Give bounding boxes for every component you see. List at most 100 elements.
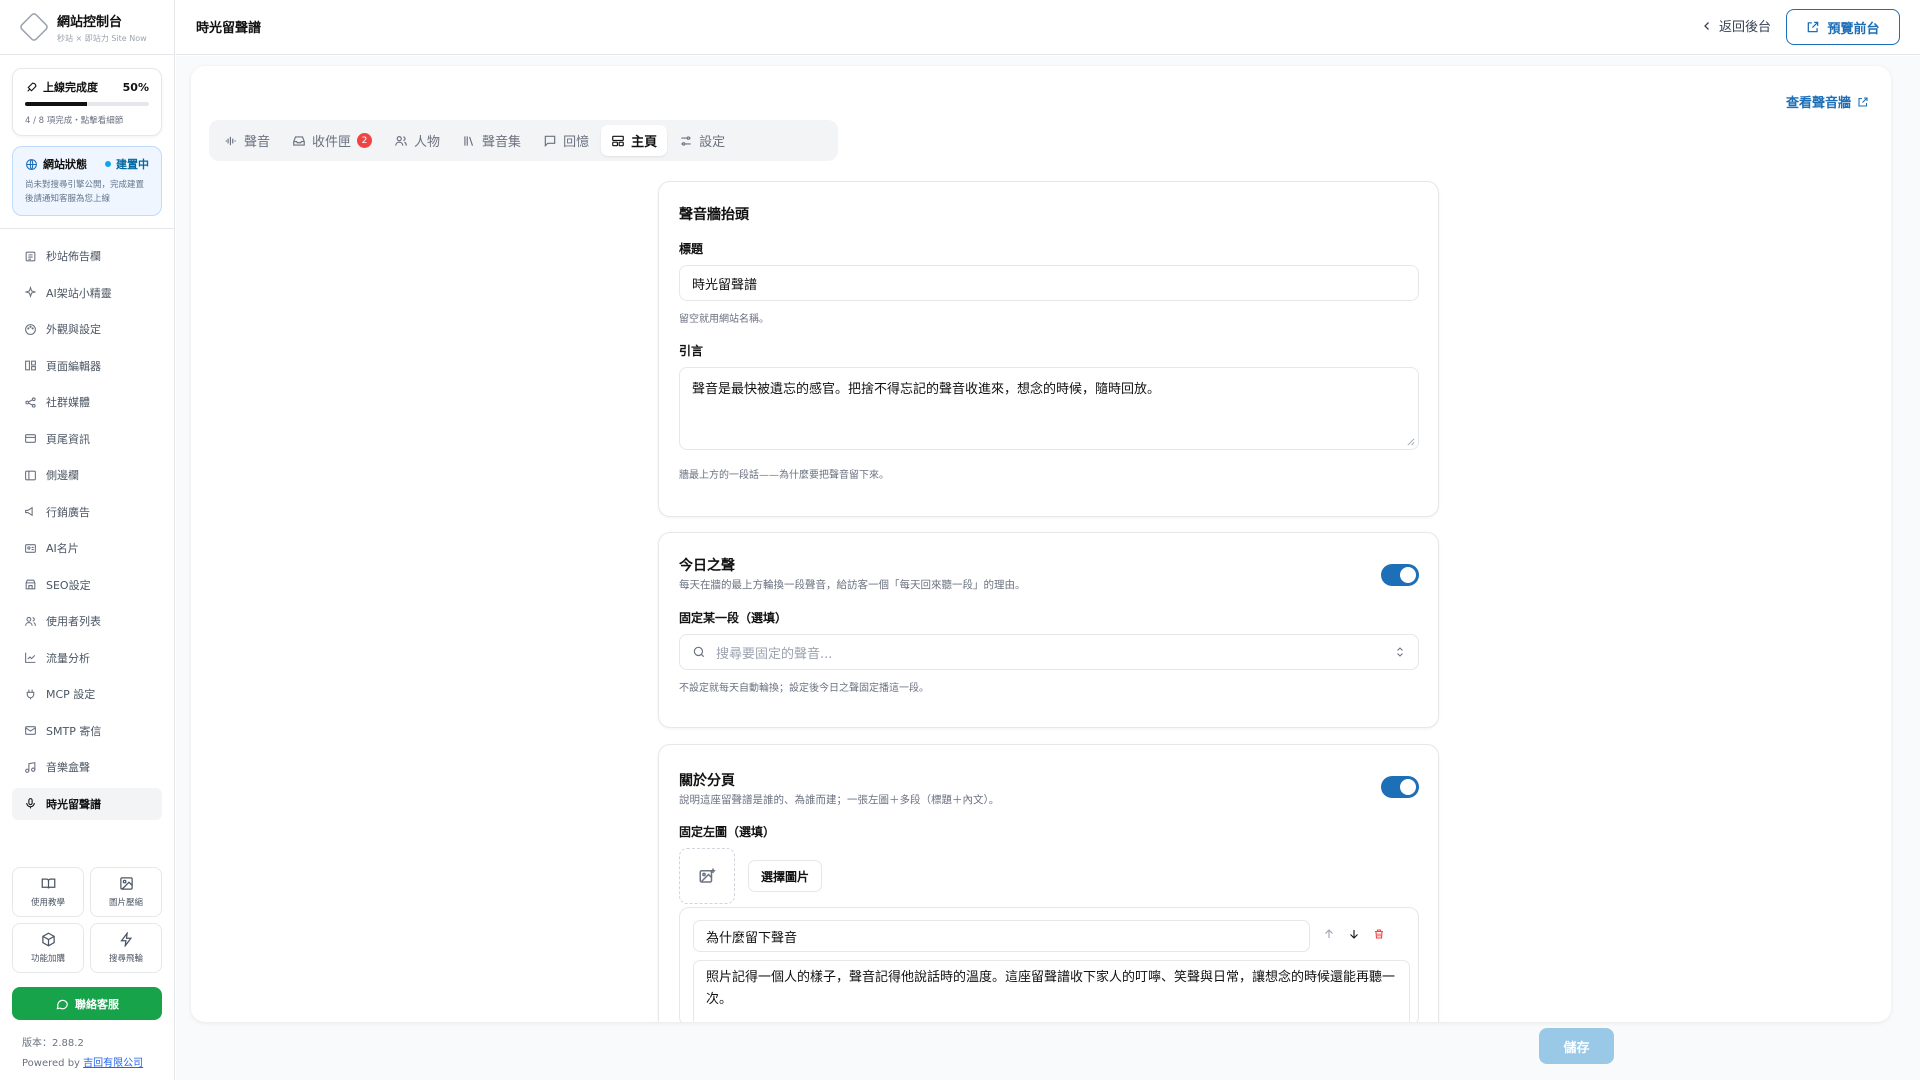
site-status-value: 建置中 [116, 158, 149, 171]
people-icon [395, 135, 407, 146]
sidebar-item-label: 使用者列表 [46, 615, 101, 628]
sidebar-item-label: 頁面編輯器 [46, 359, 101, 373]
view-voice-wall-link[interactable]: 查看聲音牆 [1786, 92, 1869, 111]
trash-icon[interactable] [1373, 928, 1385, 940]
sidebar-item-smtp[interactable]: SMTP 寄信 [12, 715, 162, 747]
palette-icon [25, 323, 36, 335]
sidebar-item-page-editor[interactable]: 頁面編輯器 [12, 350, 162, 382]
back-to-admin-button[interactable]: 返回後台 [1701, 16, 1771, 35]
section-body-textarea[interactable]: 照片記得一個人的樣子，聲音記得他說話時的溫度。這座留聲譜收下家人的叮嚀、笑聲與日… [693, 960, 1410, 1022]
sidebar-item-footer[interactable]: 頁尾資訊 [12, 423, 162, 455]
tab-people[interactable]: 人物 [384, 125, 450, 156]
about-card-title: 關於分頁 [679, 773, 735, 789]
pin-voice-select[interactable]: 搜尋要固定的聲音... [679, 634, 1419, 670]
version-text: 版本：2.88.2 [22, 1038, 84, 1049]
sidebar-item-label: 社群媒體 [46, 396, 90, 409]
sidebar-item-users[interactable]: 使用者列表 [12, 605, 162, 637]
image-placeholder[interactable] [679, 848, 735, 904]
tab-collections[interactable]: 聲音集 [452, 125, 531, 156]
quote-textarea[interactable]: 聲音是最快被遺忘的感官。把捨不得忘記的聲音收進來，想念的時候，隨時回放。 [679, 367, 1419, 450]
tab-inbox[interactable]: 收件匣 2 [282, 125, 382, 156]
store-icon [25, 579, 36, 590]
brand[interactable]: 網站控制台 秒站 × 即站力 Site Now [0, 0, 174, 55]
section-title-input[interactable]: 為什麼留下聲音 [693, 920, 1310, 952]
sidebar-item-label: AI名片 [46, 542, 79, 555]
powered-prefix: Powered by [22, 1058, 84, 1069]
sidebar-item-ai-card[interactable]: AI名片 [12, 532, 162, 564]
preview-frontend-button[interactable]: 預覽前台 [1786, 9, 1900, 45]
title-help: 留空就用網站名稱。 [679, 314, 769, 325]
sparkle-icon [24, 286, 37, 299]
quote-help: 牆最上方的一段話——為什麼要把聲音留下來。 [679, 470, 889, 481]
tab-label: 回憶 [563, 135, 590, 150]
progress-bar [25, 102, 149, 106]
external-link-icon [1858, 96, 1868, 107]
tool-image-compress[interactable]: 圖片壓縮 [90, 867, 162, 917]
sidebar-item-ai-wizard[interactable]: AI架站小精靈 [12, 277, 162, 309]
arrow-down-icon[interactable] [1348, 928, 1360, 940]
about-section-item: 為什麼留下聲音 照片記得一個人的樣子，聲音記得他說話時的溫度。這座留聲譜收下家人… [679, 907, 1419, 1022]
sidebar-item-music-box[interactable]: 音樂盒聲 [12, 751, 162, 783]
tab-settings[interactable]: 設定 [669, 125, 735, 156]
newspaper-icon [25, 251, 36, 261]
sidebar-item-voice-archive[interactable]: 時光留聲譜 [12, 787, 162, 820]
logo-icon [18, 11, 50, 43]
today-toggle[interactable] [1381, 564, 1419, 586]
tool-tutorial[interactable]: 使用教學 [12, 867, 84, 917]
search-placeholder: 搜尋要固定的聲音... [716, 646, 833, 662]
tool-label: 功能加購 [30, 954, 65, 964]
title-input[interactable]: 時光留聲譜 [679, 265, 1419, 301]
sidebar-item-label: 側邊欄 [46, 469, 79, 482]
sidebar-item-analytics[interactable]: 流量分析 [12, 642, 162, 674]
tab-memories[interactable]: 回憶 [533, 125, 599, 156]
company-link[interactable]: 吉回有限公司 [83, 1058, 143, 1069]
sidebar-item-social[interactable]: 社群媒體 [12, 386, 162, 418]
today-card-title: 今日之聲 [679, 558, 735, 574]
card-icon [25, 434, 36, 443]
tab-label: 聲音 [244, 135, 271, 150]
choose-image-button[interactable]: 選擇圖片 [748, 860, 823, 892]
quote-field-label: 引言 [679, 344, 704, 358]
site-status-card[interactable]: 網站狀態 建置中 尚未對搜尋引擎公開，完成建置後請通知客服為您上線 [12, 146, 162, 216]
pin-help: 不設定就每天自動輪換；設定後今日之聲固定播這一段。 [679, 683, 929, 694]
tool-label: 圖片壓縮 [108, 898, 143, 908]
tool-search-flywheel[interactable]: 搜尋飛輪 [90, 923, 162, 973]
save-button[interactable]: 儲存 [1539, 1028, 1614, 1064]
sidebar-item-mcp[interactable]: MCP 設定 [12, 678, 162, 710]
sidebar-item-label: 流量分析 [46, 651, 90, 665]
tab-voices[interactable]: 聲音 [214, 125, 280, 156]
sidebar-item-appearance[interactable]: 外觀與設定 [12, 313, 162, 345]
section-actions [1323, 928, 1385, 940]
sidebar-nav: 秒站佈告欄 AI架站小精靈 外觀與設定 頁面編輯器 社群媒體 頁尾資訊 側邊欄 … [12, 240, 162, 824]
sidebar-icon [25, 470, 36, 480]
resize-handle-icon[interactable] [1406, 437, 1415, 446]
sidebar-item-label: 外觀與設定 [46, 323, 101, 336]
sidebar-item-sidebar[interactable]: 側邊欄 [12, 459, 162, 491]
top-header: 時光留聲譜 返回後台 預覽前台 [176, 0, 1920, 55]
arrow-up-icon[interactable] [1323, 928, 1335, 940]
sidebar-divider [0, 228, 175, 229]
plug-icon [26, 689, 35, 699]
book-icon [41, 878, 55, 889]
chevron-left-icon [1704, 21, 1709, 30]
powered-by: Powered by 吉回有限公司 [22, 1054, 143, 1069]
globe-icon [26, 158, 37, 170]
sliders-icon [681, 135, 691, 146]
search-icon [693, 646, 705, 658]
sidebar-item-label: AI架站小精靈 [46, 286, 112, 300]
sidebar-item-seo[interactable]: SEO設定 [12, 569, 162, 601]
progress-bar-fill [25, 102, 87, 106]
sidebar: 網站控制台 秒站 × 即站力 Site Now 上線完成度 50% 4 / 8 … [0, 0, 175, 1080]
main-area: 查看聲音牆 聲音 收件匣 2 人物 聲音集 回憶 主頁 設定 聲音牆抬頭 標題 時… [176, 56, 1920, 1080]
contact-support-button[interactable]: 聯絡客服 [12, 987, 162, 1020]
chevron-updown-icon [1397, 647, 1403, 657]
tool-addons[interactable]: 功能加購 [12, 923, 84, 973]
launch-progress-card[interactable]: 上線完成度 50% 4 / 8 項完成・點擊看細節 [12, 68, 162, 136]
about-toggle[interactable] [1381, 776, 1419, 798]
quote-text: 聲音是最快被遺忘的感官。把捨不得忘記的聲音收進來，想念的時候，隨時回放。 [692, 382, 1161, 397]
contact-label: 聯絡客服 [75, 997, 119, 1011]
sidebar-item-announcements[interactable]: 秒站佈告欄 [12, 240, 162, 272]
sidebar-item-marketing[interactable]: 行銷廣告 [12, 496, 162, 528]
left-image-label: 固定左圖（選填） [679, 825, 776, 839]
tab-homepage[interactable]: 主頁 [601, 125, 668, 156]
